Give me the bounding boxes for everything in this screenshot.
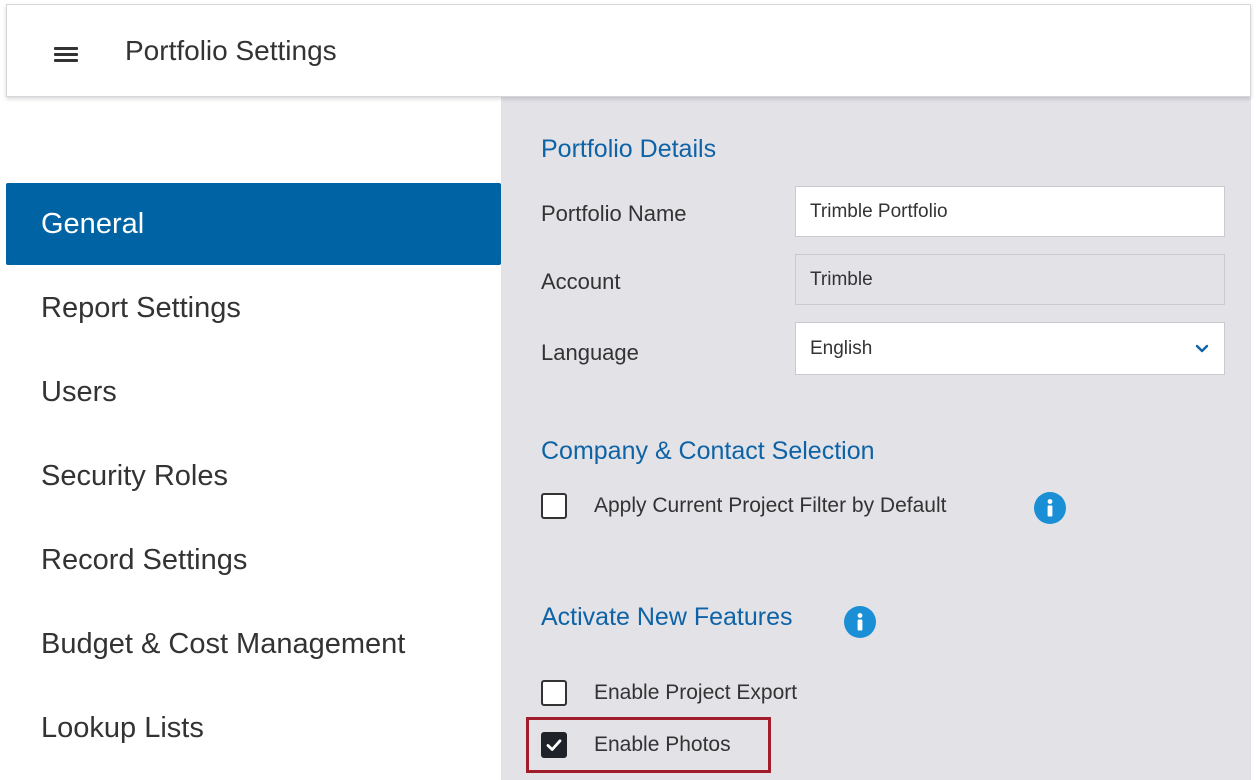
page-title: Portfolio Settings — [125, 35, 337, 66]
language-label: Language — [541, 340, 639, 365]
app-header: Portfolio Settings — [6, 4, 1251, 97]
highlight-box — [526, 717, 771, 773]
account-label: Account — [541, 269, 621, 294]
account-field — [795, 254, 1225, 305]
portfolio-name-input[interactable] — [795, 186, 1225, 237]
section-title-company-contact: Company & Contact Selection — [541, 437, 875, 465]
settings-content: Portfolio Details Portfolio Name Account… — [501, 97, 1251, 780]
apply-project-filter-row[interactable]: Apply Current Project Filter by Default — [541, 493, 946, 519]
chevron-down-icon — [1195, 344, 1209, 353]
portfolio-name-label: Portfolio Name — [541, 201, 687, 226]
apply-project-filter-checkbox[interactable] — [541, 493, 567, 519]
sidebar-item-lookup-lists[interactable]: Lookup Lists — [6, 687, 501, 769]
sidebar-item-record-settings[interactable]: Record Settings — [6, 519, 501, 601]
section-title-new-features: Activate New Features — [541, 603, 793, 631]
language-select[interactable]: English — [795, 322, 1225, 375]
language-select-value: English — [810, 338, 873, 359]
sidebar-item-budget-cost-management[interactable]: Budget & Cost Management — [6, 603, 501, 685]
apply-project-filter-label: Apply Current Project Filter by Default — [594, 494, 947, 517]
enable-project-export-checkbox[interactable] — [541, 680, 567, 706]
enable-project-export-label: Enable Project Export — [594, 681, 798, 704]
info-icon[interactable] — [844, 606, 876, 638]
sidebar-item-report-settings[interactable]: Report Settings — [6, 267, 501, 349]
sidebar-item-general[interactable]: General — [6, 183, 501, 265]
section-title-portfolio-details: Portfolio Details — [541, 135, 717, 163]
enable-project-export-row[interactable]: Enable Project Export — [541, 680, 797, 706]
sidebar-item-security-roles[interactable]: Security Roles — [6, 435, 501, 517]
hamburger-menu-icon[interactable] — [54, 45, 78, 63]
info-icon[interactable] — [1034, 492, 1066, 524]
sidebar: General Report Settings Users Security R… — [6, 97, 501, 780]
sidebar-item-users[interactable]: Users — [6, 351, 501, 433]
